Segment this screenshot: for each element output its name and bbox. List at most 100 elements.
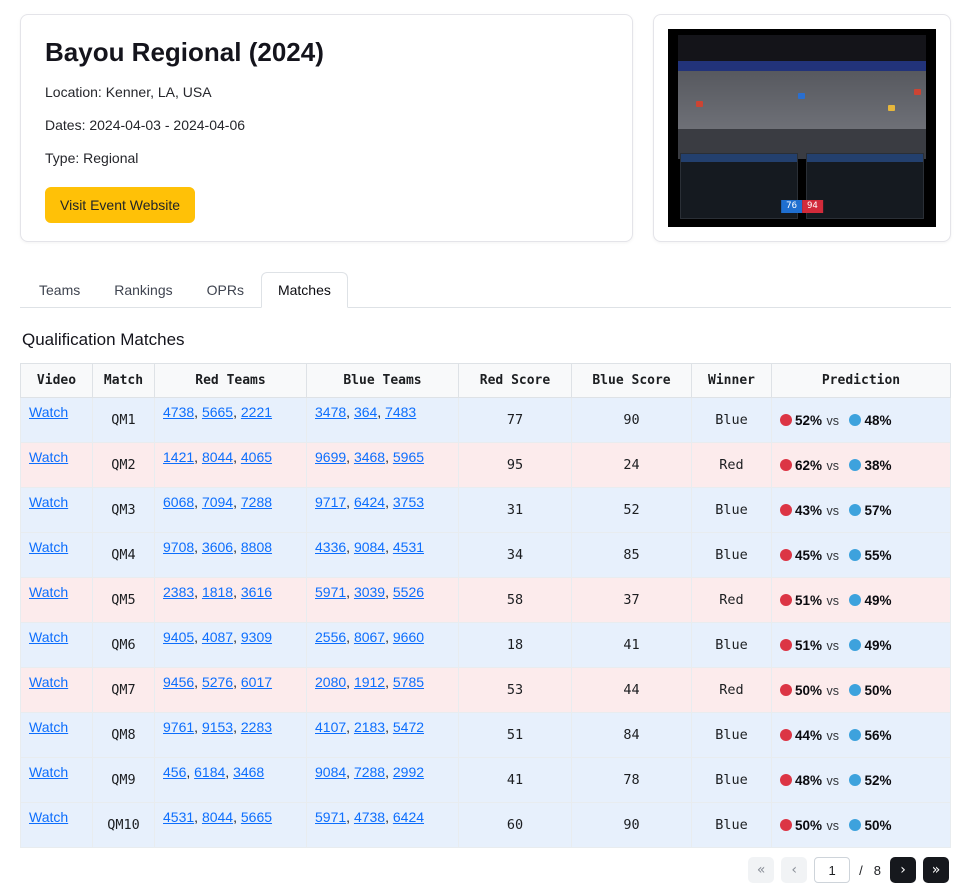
robot-marker xyxy=(696,101,703,107)
event-dates: Dates: 2024-04-03 - 2024-04-06 xyxy=(45,117,246,133)
team-link[interactable]: 9153 xyxy=(202,719,233,735)
team-link[interactable]: 4738 xyxy=(354,809,385,825)
team-link[interactable]: 1912 xyxy=(354,674,385,690)
video-cell: Watch xyxy=(20,622,93,668)
match-row: Watch QM4 9708, 3606, 8808 4336, 9084, 4531… xyxy=(20,532,951,578)
team-link[interactable]: 5971 xyxy=(315,584,346,600)
team-link[interactable]: 1421 xyxy=(163,449,194,465)
pagination-first-button[interactable]: « xyxy=(748,857,775,883)
match-number-cell: QM1 xyxy=(92,397,155,443)
watch-link[interactable]: Watch xyxy=(29,449,68,465)
team-link[interactable]: 3616 xyxy=(241,584,272,600)
team-link[interactable]: 5665 xyxy=(241,809,272,825)
team-link[interactable]: 2183 xyxy=(354,719,385,735)
team-link[interactable]: 2992 xyxy=(393,764,424,780)
team-link[interactable]: 4107 xyxy=(315,719,346,735)
team-link[interactable]: 2283 xyxy=(241,719,272,735)
pagination-last-button[interactable]: » xyxy=(923,857,949,883)
team-link[interactable]: 8044 xyxy=(202,449,233,465)
team-link[interactable]: 9660 xyxy=(393,629,424,645)
watch-link[interactable]: Watch xyxy=(29,764,68,780)
team-link[interactable]: 456 xyxy=(163,764,186,780)
pagination-next-button[interactable]: › xyxy=(890,857,916,883)
tab-teams[interactable]: Teams xyxy=(22,272,97,308)
event-video-thumbnail[interactable]: 76 94 xyxy=(668,29,936,227)
visit-event-website-button[interactable]: Visit Event Website xyxy=(45,187,196,223)
team-link[interactable]: 9084 xyxy=(315,764,346,780)
video-inset-left-header xyxy=(681,154,797,162)
tab-matches[interactable]: Matches xyxy=(260,272,348,308)
team-link[interactable]: 4738 xyxy=(163,404,194,420)
team-link[interactable]: 4531 xyxy=(393,539,424,555)
pagination-page-input[interactable]: 1 xyxy=(814,857,851,883)
team-link[interactable]: 9084 xyxy=(354,539,385,555)
watch-link[interactable]: Watch xyxy=(29,539,68,555)
team-link[interactable]: 2383 xyxy=(163,584,194,600)
blue-teams-cell: 9699, 3468, 5965 xyxy=(306,442,459,488)
team-link[interactable]: 4087 xyxy=(202,629,233,645)
team-link[interactable]: 3039 xyxy=(354,584,385,600)
team-link[interactable]: 9708 xyxy=(163,539,194,555)
watch-link[interactable]: Watch xyxy=(29,719,68,735)
team-link[interactable]: 8067 xyxy=(354,629,385,645)
team-link[interactable]: 3468 xyxy=(233,764,264,780)
pagination-prev-button[interactable]: ‹ xyxy=(781,857,808,883)
blue-score-cell: 41 xyxy=(571,622,692,668)
team-link[interactable]: 3606 xyxy=(202,539,233,555)
team-link[interactable]: 7094 xyxy=(202,494,233,510)
col-match: Match xyxy=(92,363,155,398)
watch-link[interactable]: Watch xyxy=(29,404,68,420)
blue-teams-cell: 4107, 2183, 5472 xyxy=(306,712,459,758)
team-link[interactable]: 9309 xyxy=(241,629,272,645)
team-link[interactable]: 4531 xyxy=(163,809,194,825)
team-link[interactable]: 9761 xyxy=(163,719,194,735)
team-link[interactable]: 2221 xyxy=(241,404,272,420)
team-link[interactable]: 9405 xyxy=(163,629,194,645)
red-alliance-dot-icon xyxy=(780,594,792,606)
team-link[interactable]: 5965 xyxy=(393,449,424,465)
team-link[interactable]: 2080 xyxy=(315,674,346,690)
watch-link[interactable]: Watch xyxy=(29,584,68,600)
watch-link[interactable]: Watch xyxy=(29,674,68,690)
prediction-cell: 50% vs 50% xyxy=(771,802,951,848)
team-link[interactable]: 8808 xyxy=(241,539,272,555)
team-link[interactable]: 6424 xyxy=(354,494,385,510)
tab-oprs[interactable]: OPRs xyxy=(190,272,261,308)
col-prediction: Prediction xyxy=(771,363,951,398)
team-link[interactable]: 3468 xyxy=(354,449,385,465)
team-link[interactable]: 9717 xyxy=(315,494,346,510)
team-link[interactable]: 5472 xyxy=(393,719,424,735)
watch-link[interactable]: Watch xyxy=(29,809,68,825)
winner-cell: Blue xyxy=(691,622,772,668)
video-cell: Watch xyxy=(20,397,93,443)
tab-rankings[interactable]: Rankings xyxy=(97,272,189,308)
team-link[interactable]: 1818 xyxy=(202,584,233,600)
team-link[interactable]: 364 xyxy=(354,404,377,420)
team-link[interactable]: 5665 xyxy=(202,404,233,420)
team-link[interactable]: 5526 xyxy=(393,584,424,600)
team-link[interactable]: 6017 xyxy=(241,674,272,690)
team-link[interactable]: 3478 xyxy=(315,404,346,420)
watch-link[interactable]: Watch xyxy=(29,494,68,510)
team-link[interactable]: 4065 xyxy=(241,449,272,465)
team-link[interactable]: 3753 xyxy=(393,494,424,510)
team-link[interactable]: 5785 xyxy=(393,674,424,690)
team-link[interactable]: 6068 xyxy=(163,494,194,510)
team-link[interactable]: 2556 xyxy=(315,629,346,645)
winner-cell: Blue xyxy=(691,712,772,758)
team-link[interactable]: 7483 xyxy=(385,404,416,420)
team-link[interactable]: 5971 xyxy=(315,809,346,825)
team-link[interactable]: 9456 xyxy=(163,674,194,690)
team-link[interactable]: 6184 xyxy=(194,764,225,780)
team-link[interactable]: 7288 xyxy=(354,764,385,780)
team-link[interactable]: 6424 xyxy=(393,809,424,825)
blue-score-cell: 78 xyxy=(571,757,692,803)
blue-prediction-pct: 55% xyxy=(864,548,892,563)
team-link[interactable]: 5276 xyxy=(202,674,233,690)
vs-label: vs xyxy=(823,594,843,608)
team-link[interactable]: 9699 xyxy=(315,449,346,465)
watch-link[interactable]: Watch xyxy=(29,629,68,645)
team-link[interactable]: 7288 xyxy=(241,494,272,510)
team-link[interactable]: 4336 xyxy=(315,539,346,555)
team-link[interactable]: 8044 xyxy=(202,809,233,825)
